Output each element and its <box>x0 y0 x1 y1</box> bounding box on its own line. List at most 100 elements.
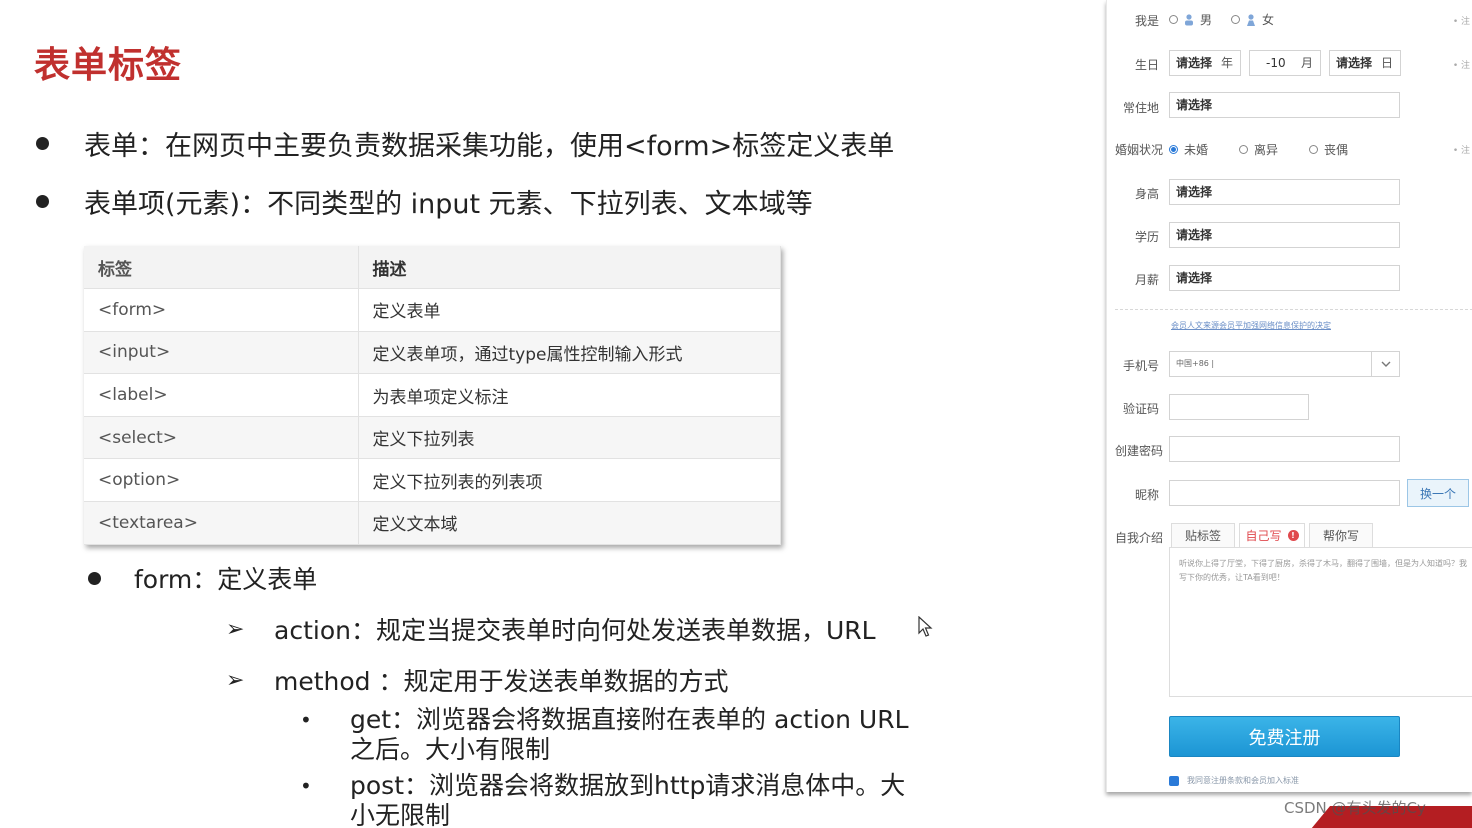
swap-nickname-button[interactable]: 换一个 <box>1407 479 1469 507</box>
education-label: 学历 <box>1134 230 1159 244</box>
bullet-dot-icon <box>88 571 101 585</box>
tab-help-write[interactable]: 帮你写 <box>1309 523 1373 547</box>
phone-input[interactable]: 中国+86 | <box>1169 351 1400 377</box>
item-text: get：浏览器会将数据直接附在表单的 action URL 之后。大小有限制 <box>350 705 909 764</box>
female-person-icon <box>1247 13 1255 26</box>
radio-label: 女 <box>1262 13 1275 27</box>
select-value: -10 <box>1266 56 1286 70</box>
salary-select[interactable]: 请选择 <box>1169 265 1400 291</box>
radio-label: 未婚 <box>1184 143 1209 157</box>
agreement-checkbox[interactable]: 我同意注册条款和会员加入标准 <box>1169 775 1299 786</box>
method-attribute-item: ➢ method ：规定用于发送表单数据的方式 <box>226 662 729 698</box>
small-dot-icon: • <box>300 708 312 732</box>
select-value: 请选择 <box>1176 56 1213 70</box>
password-label: 创建密码 <box>1114 444 1163 458</box>
free-register-button[interactable]: 免费注册 <box>1169 716 1400 757</box>
bullet-text: form：定义表单 <box>134 565 318 594</box>
method-get-item: • get：浏览器会将数据直接附在表单的 action URL 之后。大小有限制 <box>300 705 910 765</box>
section-divider <box>1115 309 1472 310</box>
residence-select[interactable]: 请选择 <box>1169 92 1400 118</box>
self-intro-textarea[interactable]: 听说你上得了厅堂，下得了厨房，杀得了木马，翻得了围墙，但是为人知道吗？我写下你的… <box>1169 547 1472 697</box>
height-select[interactable]: 请选择 <box>1169 179 1400 205</box>
member-policy-link[interactable]: 会员人文来源会员平加强网络信息保护的决定 <box>1171 320 1331 331</box>
marital-radio-widowed[interactable]: 丧偶 <box>1309 141 1348 158</box>
residence-label: 常住地 <box>1122 101 1159 115</box>
table-cell-tag: <label> <box>84 373 359 417</box>
radio-label: 丧偶 <box>1324 143 1349 157</box>
table-header-desc: 描述 <box>358 246 781 290</box>
checkbox-checked-icon <box>1169 775 1179 786</box>
gender-radio-female[interactable]: 女 <box>1231 11 1274 28</box>
table-cell-tag: <textarea> <box>84 501 359 545</box>
verification-code-label: 验证码 <box>1122 402 1159 416</box>
tab-tags[interactable]: 贴标签 <box>1171 523 1235 547</box>
country-code-dropdown[interactable] <box>1371 351 1399 377</box>
method-post-item: • post：浏览器会将数据放到http请求消息体中。大小无限制 <box>300 771 910 828</box>
radio-circle <box>1239 145 1248 154</box>
select-suffix: 年 <box>1220 56 1233 70</box>
bullet-form-definition: 表单：在网页中主要负责数据采集功能，使用<form>标签定义表单 <box>36 124 894 163</box>
registration-form-screenshot: 我是 男 女 • 注 生日 请选择 年 -10 月 请选择 日 • 注 常住地 … <box>1106 0 1472 792</box>
bullet-text: 表单项(元素)：不同类型的 input 元素、下拉列表、文本域等 <box>84 189 813 220</box>
verification-code-input[interactable] <box>1169 394 1309 420</box>
table-cell-tag: <select> <box>84 416 359 460</box>
radio-label: 男 <box>1200 13 1213 27</box>
birth-year-select[interactable]: 请选择 年 <box>1169 50 1241 76</box>
arrow-bullet-icon: ➢ <box>226 616 245 642</box>
select-suffix: 月 <box>1300 56 1313 70</box>
table-row: <input> 定义表单项，通过type属性控制输入形式 <box>84 331 781 375</box>
bullet-text: 表单：在网页中主要负责数据采集功能，使用<form>标签定义表单 <box>84 131 895 162</box>
gender-radio-male[interactable]: 男 <box>1169 11 1212 28</box>
table-row: <option> 定义下拉列表的列表项 <box>84 458 781 503</box>
select-suffix: 日 <box>1380 56 1393 70</box>
bullet-form-elements: 表单项(元素)：不同类型的 input 元素、下拉列表、文本域等 <box>36 182 813 221</box>
male-person-icon <box>1185 13 1193 25</box>
table-cell-desc: 定义表单项，通过type属性控制输入形式 <box>358 331 781 375</box>
birth-month-select[interactable]: -10 月 <box>1249 50 1321 76</box>
action-attribute-item: ➢ action：规定当提交表单时向何处发送表单数据，URL <box>226 611 876 647</box>
table-cell-tag: <option> <box>84 458 359 503</box>
mouse-pointer-icon <box>918 616 933 637</box>
nickname-label: 昵称 <box>1134 488 1159 502</box>
nickname-input[interactable] <box>1169 480 1400 506</box>
form-tags-table: 标签 描述 <form> 定义表单 <input> 定义表单项，通过type属性… <box>84 246 781 545</box>
marital-radio-single[interactable]: 未婚 <box>1169 141 1208 158</box>
item-text: method ：规定用于发送表单数据的方式 <box>274 667 729 696</box>
form-tag-bullet: form：定义表单 <box>88 560 317 596</box>
table-cell-desc: 为表单项定义标注 <box>358 373 781 417</box>
bullet-dot-icon <box>36 195 49 208</box>
password-input[interactable] <box>1169 436 1400 462</box>
height-label: 身高 <box>1134 187 1159 201</box>
csdn-watermark: CSDN @有头发的Cy <box>1284 799 1426 817</box>
table-cell-desc: 定义下拉列表 <box>358 416 781 460</box>
table-row: <select> 定义下拉列表 <box>84 416 781 460</box>
gender-label: 我是 <box>1134 14 1159 28</box>
radio-label: 离异 <box>1254 143 1279 157</box>
table-header-tag: 标签 <box>84 246 359 290</box>
table-header-row: 标签 描述 <box>84 246 781 290</box>
tab-write-yourself[interactable]: 自己写 ! <box>1239 523 1305 547</box>
birth-day-select[interactable]: 请选择 日 <box>1329 50 1401 76</box>
birthday-note: • 注 <box>1452 61 1470 71</box>
radio-circle <box>1231 15 1240 24</box>
marital-radio-divorced[interactable]: 离异 <box>1239 141 1278 158</box>
item-text: action：规定当提交表单时向何处发送表单数据，URL <box>274 616 876 645</box>
table-cell-tag: <input> <box>84 331 359 375</box>
item-text: post：浏览器会将数据放到http请求消息体中。大小无限制 <box>350 771 906 828</box>
alert-badge-icon: ! <box>1287 530 1299 541</box>
marital-status-label: 婚姻状况 <box>1114 143 1163 157</box>
gender-note: • 注 <box>1452 17 1470 27</box>
phone-label: 手机号 <box>1122 359 1159 373</box>
radio-circle <box>1169 15 1178 24</box>
bullet-dot-icon <box>36 137 49 150</box>
radio-circle-checked <box>1169 145 1178 154</box>
salary-label: 月薪 <box>1134 273 1159 287</box>
slide-title: 表单标签 <box>34 45 183 86</box>
table-cell-tag: <form> <box>84 288 359 332</box>
birthday-label: 生日 <box>1134 58 1159 72</box>
table-row: <label> 为表单项定义标注 <box>84 373 781 417</box>
marital-note: • 注 <box>1452 146 1470 156</box>
education-select[interactable]: 请选择 <box>1169 222 1400 248</box>
agreement-text: 我同意注册条款和会员加入标准 <box>1187 776 1299 785</box>
table-row: <textarea> 定义文本域 <box>84 501 781 545</box>
